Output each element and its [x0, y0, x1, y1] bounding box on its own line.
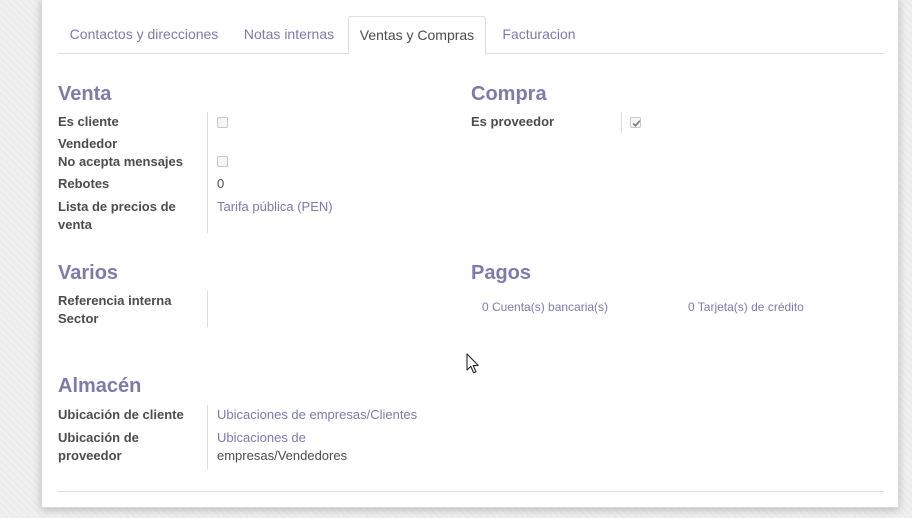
customer-location-label: Ubicación de cliente	[58, 407, 184, 422]
sales-section-title: Venta	[58, 83, 112, 105]
no-messages-label: No acepta mensajes	[58, 154, 184, 169]
notebook-tabs: Contactos y direcciones Notas internas V…	[58, 16, 884, 55]
misc-section-title: Varios	[58, 262, 119, 284]
vendor-location-link[interactable]: Ubicaciones de	[217, 429, 306, 447]
tab-internal-notes[interactable]: Notas internas	[230, 16, 348, 54]
bounces-label: Rebotes	[58, 176, 110, 191]
label-divider	[207, 112, 208, 233]
pricelist-label: Lista de precios de venta	[58, 199, 176, 232]
mouse-cursor-icon	[466, 353, 479, 374]
warehouse-section-title: Almacén	[58, 375, 142, 397]
credit-cards-button[interactable]: 0 Tarjeta(s) de crédito	[688, 300, 804, 314]
internal-ref-label: Referencia interna	[58, 293, 172, 308]
payments-section-title: Pagos	[471, 262, 532, 284]
pricelist-link[interactable]: Tarifa pública (PEN)	[217, 198, 333, 216]
is-vendor-label: Es proveedor	[471, 114, 555, 129]
label-divider	[207, 405, 208, 469]
is-vendor-checkbox[interactable]	[630, 117, 641, 128]
salesperson-label: Vendedor	[58, 136, 118, 151]
purchase-section-title: Compra	[471, 83, 547, 105]
customer-location-link[interactable]: Ubicaciones de empresas/Clientes	[217, 406, 417, 424]
label-divider	[621, 112, 622, 133]
bank-accounts-button[interactable]: 0 Cuenta(s) bancaria(s)	[482, 300, 608, 314]
tab-invoicing[interactable]: Facturacion	[486, 16, 592, 54]
check-icon	[632, 120, 641, 127]
vendor-location-value: empresas/Vendedores	[217, 448, 348, 463]
tab-contacts[interactable]: Contactos y direcciones	[58, 16, 230, 54]
is-customer-label: Es cliente	[58, 114, 119, 129]
no-messages-checkbox[interactable]	[217, 156, 228, 167]
sector-label: Sector	[58, 311, 99, 326]
form-sheet: Contactos y direcciones Notas internas V…	[41, 0, 899, 508]
label-divider	[207, 291, 208, 327]
tab-sales-purchases[interactable]: Ventas y Compras	[348, 16, 486, 55]
form-bottom-divider	[58, 491, 884, 492]
is-customer-checkbox[interactable]	[217, 117, 228, 128]
vendor-location-label: Ubicación de proveedor	[58, 430, 139, 463]
bounces-value: 0	[217, 176, 225, 191]
